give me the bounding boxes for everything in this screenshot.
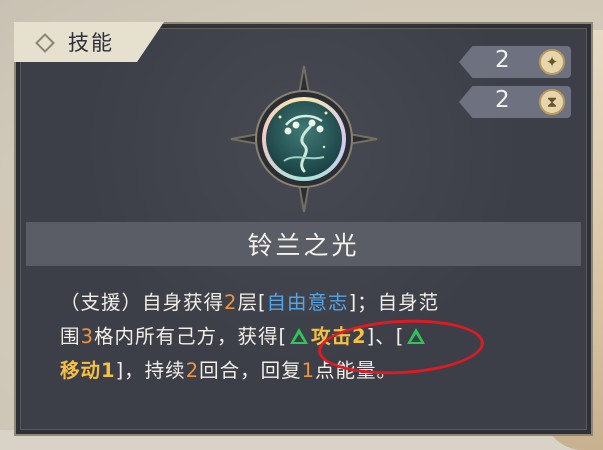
- description-line-3: 移动1]，持续2回合，回复1点能量。: [60, 354, 557, 388]
- desc-text: ]，持续: [115, 359, 186, 382]
- skill-title: 铃兰之光: [247, 231, 360, 260]
- energy-cost-value: 2: [495, 47, 510, 73]
- skill-description: （支援）自身获得2层[自由意志]；自身范 围3格内所有己方，获得[攻击2]、[ …: [60, 286, 557, 388]
- tab-label: 技能: [68, 31, 114, 55]
- spark-icon: ✦: [539, 49, 565, 75]
- buff-move-link[interactable]: 移动1: [60, 359, 116, 382]
- buff-free-will-link[interactable]: 自由意志: [267, 291, 349, 314]
- desc-text: （支援）自身获得: [60, 291, 225, 314]
- hourglass-icon: ⧗: [539, 89, 565, 115]
- diamond-icon: [35, 33, 55, 53]
- desc-text: 格内所有己方，获得[: [93, 325, 288, 348]
- skill-title-band: 铃兰之光: [26, 222, 581, 266]
- skill-icon-ring: [261, 97, 346, 181]
- green-triangle-icon: [290, 328, 309, 344]
- energy-cost-stat: 2 ✦: [459, 46, 571, 78]
- cooldown-value: 2: [495, 87, 510, 113]
- description-line-2: 围3格内所有己方，获得[攻击2]、[: [60, 320, 557, 354]
- desc-number: 2: [224, 291, 238, 314]
- desc-text: 层[: [237, 291, 267, 314]
- lily-of-the-valley-icon: [265, 101, 342, 177]
- cooldown-stat: 2 ⧗: [459, 86, 571, 118]
- desc-number: 1: [301, 359, 316, 382]
- skill-tab[interactable]: 技能: [14, 22, 164, 62]
- desc-number: 2: [185, 359, 200, 382]
- desc-text: 围: [60, 325, 81, 348]
- desc-number: 3: [80, 325, 94, 348]
- skill-card: 技能 2 ✦ 2 ⧗ 铃兰之光 （支援）自身获得2层[自由意志]；自身范 围3格…: [14, 22, 593, 436]
- skill-emblem: [229, 64, 379, 214]
- desc-text: 回合，回复: [199, 359, 302, 382]
- desc-text: ]；自身范: [348, 291, 440, 314]
- description-line-1: （支援）自身获得2层[自由意志]；自身范: [60, 286, 557, 320]
